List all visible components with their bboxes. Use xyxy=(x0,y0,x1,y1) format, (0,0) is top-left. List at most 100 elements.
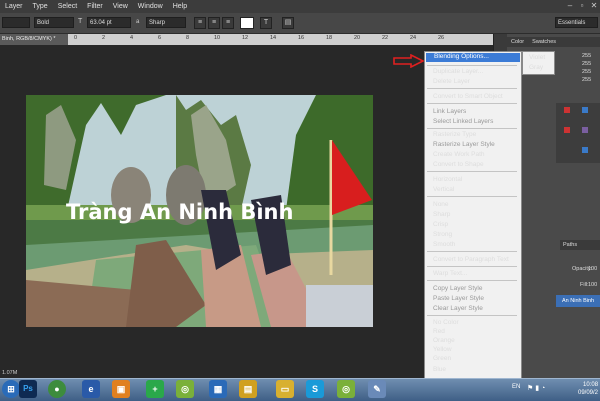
menu-separator xyxy=(427,266,517,267)
ruler-tick: 18 xyxy=(326,35,333,41)
menu-item-smooth[interactable]: Smooth xyxy=(433,241,455,249)
menu-item-blue[interactable]: Blue xyxy=(433,366,446,374)
clock[interactable]: 10:08 09/09/2 xyxy=(578,381,598,397)
explorer-icon[interactable]: ▤ xyxy=(239,380,257,398)
menu-item-select-linked-layers: Select Linked Layers xyxy=(433,118,494,125)
menu-separator xyxy=(427,103,517,104)
menu-item-strong[interactable]: Strong xyxy=(433,231,452,239)
antialias-dropdown[interactable]: Sharp xyxy=(146,17,186,28)
photoshop-icon[interactable]: Ps xyxy=(19,380,37,398)
menu-item-gray[interactable]: Gray xyxy=(529,64,543,72)
ruler-tick: 10 xyxy=(214,35,221,41)
menu-item-no-color[interactable]: No Color xyxy=(433,319,459,327)
recorder-icon[interactable]: ◎ xyxy=(337,380,355,398)
menu-item-blending-options[interactable]: Blending Options... xyxy=(434,53,489,61)
language-indicator[interactable]: EN xyxy=(512,384,520,390)
font-size-icon: T xyxy=(78,18,83,25)
menu-item-none[interactable]: None xyxy=(433,201,449,209)
menu-item-convert-paragraph-text[interactable]: Convert to Paragraph Text xyxy=(433,256,509,264)
menu-item-paste-layer-style: Paste Layer Style xyxy=(433,295,484,302)
menu-separator xyxy=(427,128,517,129)
plus-app-icon[interactable]: + xyxy=(146,380,164,398)
workspace-dropdown[interactable]: Essentials xyxy=(555,17,598,28)
character-panel-button[interactable]: ▤ xyxy=(282,17,294,29)
menu-item-violet[interactable]: Violet xyxy=(529,54,545,62)
adjustments-panel xyxy=(556,103,600,163)
doc-info: 1.07M xyxy=(2,370,18,376)
menu-item-convert-smart-object[interactable]: Convert to Smart Object xyxy=(433,93,503,101)
close-icon[interactable]: ✕ xyxy=(588,0,600,12)
menu-item-horizontal[interactable]: Horizontal xyxy=(433,176,462,184)
align-right-button[interactable]: ≡ xyxy=(222,17,234,29)
menu-item-crisp[interactable]: Crisp xyxy=(433,221,448,229)
color-value: 255 xyxy=(582,69,592,75)
menu-item-copy-layer-style: Copy Layer Style xyxy=(433,285,483,292)
color-value: 255 xyxy=(582,53,592,59)
minimize-icon[interactable]: – xyxy=(564,0,576,12)
menu-item-rasterize-type[interactable]: Rasterize Type xyxy=(433,131,476,139)
skype-icon[interactable]: S xyxy=(306,380,324,398)
ruler-tick: 4 xyxy=(130,35,134,41)
fill-value[interactable]: 100 xyxy=(588,282,597,288)
swatch-red[interactable] xyxy=(564,107,570,113)
tray-icons[interactable]: ⚑ ▮ ◔ xyxy=(527,384,545,392)
warp-text-button[interactable]: T xyxy=(260,17,272,29)
document-image[interactable]: Tràng An Ninh Bình xyxy=(26,95,373,327)
menu-item-green[interactable]: Green xyxy=(433,355,451,363)
ruler-tick: 2 xyxy=(102,35,106,41)
menu-view[interactable]: View xyxy=(108,0,133,13)
maximize-icon[interactable]: ▫ xyxy=(576,0,588,12)
menu-item-convert-to-shape[interactable]: Convert to Shape xyxy=(433,161,484,169)
menu-item-yellow[interactable]: Yellow xyxy=(433,346,452,354)
document-tab[interactable]: Binh, RGB/8/CMYK) * xyxy=(0,34,70,45)
menu-window[interactable]: Window xyxy=(133,0,168,13)
ruler-tick: 12 xyxy=(242,35,249,41)
menu-item-delete-layer[interactable]: Delete Layer xyxy=(433,78,470,86)
ruler-tick: 14 xyxy=(270,35,277,41)
swatch-red[interactable] xyxy=(564,127,570,133)
menu-select[interactable]: Select xyxy=(53,0,82,13)
font-style-dropdown[interactable]: Bold xyxy=(34,17,74,28)
chrome-icon[interactable]: ● xyxy=(48,380,66,398)
ruler-tick: 0 xyxy=(74,35,78,41)
menu-item-warp-text[interactable]: Warp Text... xyxy=(433,270,467,278)
clock-time: 10:08 xyxy=(583,382,599,388)
photo-title-text[interactable]: Tràng An Ninh Bình xyxy=(66,200,366,224)
app-icon[interactable]: ▦ xyxy=(209,380,227,398)
text-color-swatch[interactable] xyxy=(240,17,254,29)
font-size-field[interactable]: 63.04 pt xyxy=(87,17,131,28)
ruler-tick: 8 xyxy=(186,35,190,41)
tab-color[interactable]: Color xyxy=(507,37,528,47)
menu-filter[interactable]: Filter xyxy=(82,0,108,13)
menu-layer[interactable]: Layer xyxy=(0,0,28,13)
ruler-tick: 6 xyxy=(158,35,162,41)
color-panel-header: Color Swatches xyxy=(507,37,600,47)
align-left-button[interactable]: ≡ xyxy=(194,17,206,29)
menu-help[interactable]: Help xyxy=(168,0,192,13)
paths-panel-tab[interactable]: Paths xyxy=(560,240,600,250)
menu-type[interactable]: Type xyxy=(28,0,53,13)
menu-item-clear-layer-style: Clear Layer Style xyxy=(433,305,483,312)
folder-icon[interactable]: ▣ xyxy=(112,380,130,398)
tab-swatches[interactable]: Swatches xyxy=(528,37,560,47)
swatch-blue[interactable] xyxy=(582,107,588,113)
font-family-dropdown[interactable] xyxy=(2,17,30,28)
start-button-icon[interactable]: ⊞ xyxy=(2,380,20,398)
menu-item-vertical[interactable]: Vertical xyxy=(433,186,454,194)
ruler-tick: 16 xyxy=(298,35,305,41)
align-center-button[interactable]: ≡ xyxy=(208,17,220,29)
swatch-violet[interactable] xyxy=(582,127,588,133)
camtasia-icon[interactable]: ◎ xyxy=(176,380,194,398)
menu-item-duplicate-layer[interactable]: Duplicate Layer... xyxy=(433,68,483,76)
opacity-value[interactable]: 100 xyxy=(588,266,597,272)
swatch-blue[interactable] xyxy=(582,147,588,153)
menu-item-orange[interactable]: Orange xyxy=(433,337,455,345)
menu-item-create-work-path[interactable]: Create Work Path xyxy=(433,151,485,159)
paint-icon[interactable]: ✎ xyxy=(368,380,386,398)
menu-item-red[interactable]: Red xyxy=(433,328,445,336)
options-bar: Bold T 63.04 pt a Sharp ≡ ≡ ≡ T ▤ Essent… xyxy=(0,13,600,34)
ie-icon[interactable]: e xyxy=(82,380,100,398)
notes-icon[interactable]: ▭ xyxy=(276,380,294,398)
menu-item-sharp[interactable]: Sharp xyxy=(433,211,450,219)
layer-row-selected[interactable]: An Ninh Binh xyxy=(556,295,600,307)
